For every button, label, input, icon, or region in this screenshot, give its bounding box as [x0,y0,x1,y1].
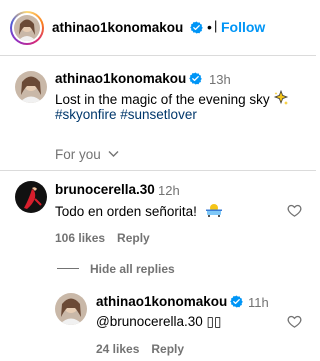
for-you-dropdown[interactable]: For you [55,147,119,162]
post-header: athinao1konomakou • | Follow [0,0,316,56]
sparkle-star-icon [274,90,289,105]
reply-username[interactable]: athinao1konomakou [96,294,227,309]
caption-username[interactable]: athinao1konomakou [55,71,186,86]
verified-badge-icon [230,295,243,308]
caption-hashtags[interactable]: #skyonfire #sunsetlover [55,107,197,122]
for-you-label: For you [55,147,101,162]
comment-body: Todo en orden señorita! [55,204,197,219]
divider [0,170,316,171]
caption-body: Lost in the magic of the evening sky [55,92,270,107]
comment-meta: 106 likes Reply [55,231,162,245]
header-username[interactable]: athinao1konomakou [52,20,183,35]
reply-text: @brunocerella.30 ▯▯ [96,314,222,329]
story-ring[interactable] [10,11,44,45]
separator-dot: • [207,19,212,35]
reply-time: 11h [248,295,269,310]
commenter-avatar[interactable] [15,181,47,213]
reply-avatar[interactable] [55,293,87,325]
reply-button[interactable]: Reply [117,231,150,245]
separator-bar: | [214,18,218,33]
caption-avatar[interactable] [15,71,47,103]
like-heart-icon[interactable] [287,314,302,329]
avatar [14,15,40,41]
comment-text: Todo en orden señorita! [55,202,223,219]
caption-time: 13h [209,72,231,87]
person-in-bathtub-icon [205,204,222,217]
comment-time: 12h [158,183,180,198]
like-count[interactable]: 24 likes [96,342,139,356]
follow-button[interactable]: Follow [221,19,265,35]
verified-badge-icon [189,72,202,85]
hide-replies-button[interactable]: Hide all replies [90,262,175,276]
verified-badge-icon [190,21,203,34]
hide-replies-line [57,268,79,269]
like-heart-icon[interactable] [287,203,302,218]
like-count[interactable]: 106 likes [55,231,105,245]
comment-username[interactable]: brunocerella.30 [55,182,155,197]
reply-meta: 24 likes Reply [96,342,196,356]
caption-text: Lost in the magic of the evening sky [55,90,289,107]
chevron-down-icon [108,151,119,157]
reply-button[interactable]: Reply [151,342,184,356]
